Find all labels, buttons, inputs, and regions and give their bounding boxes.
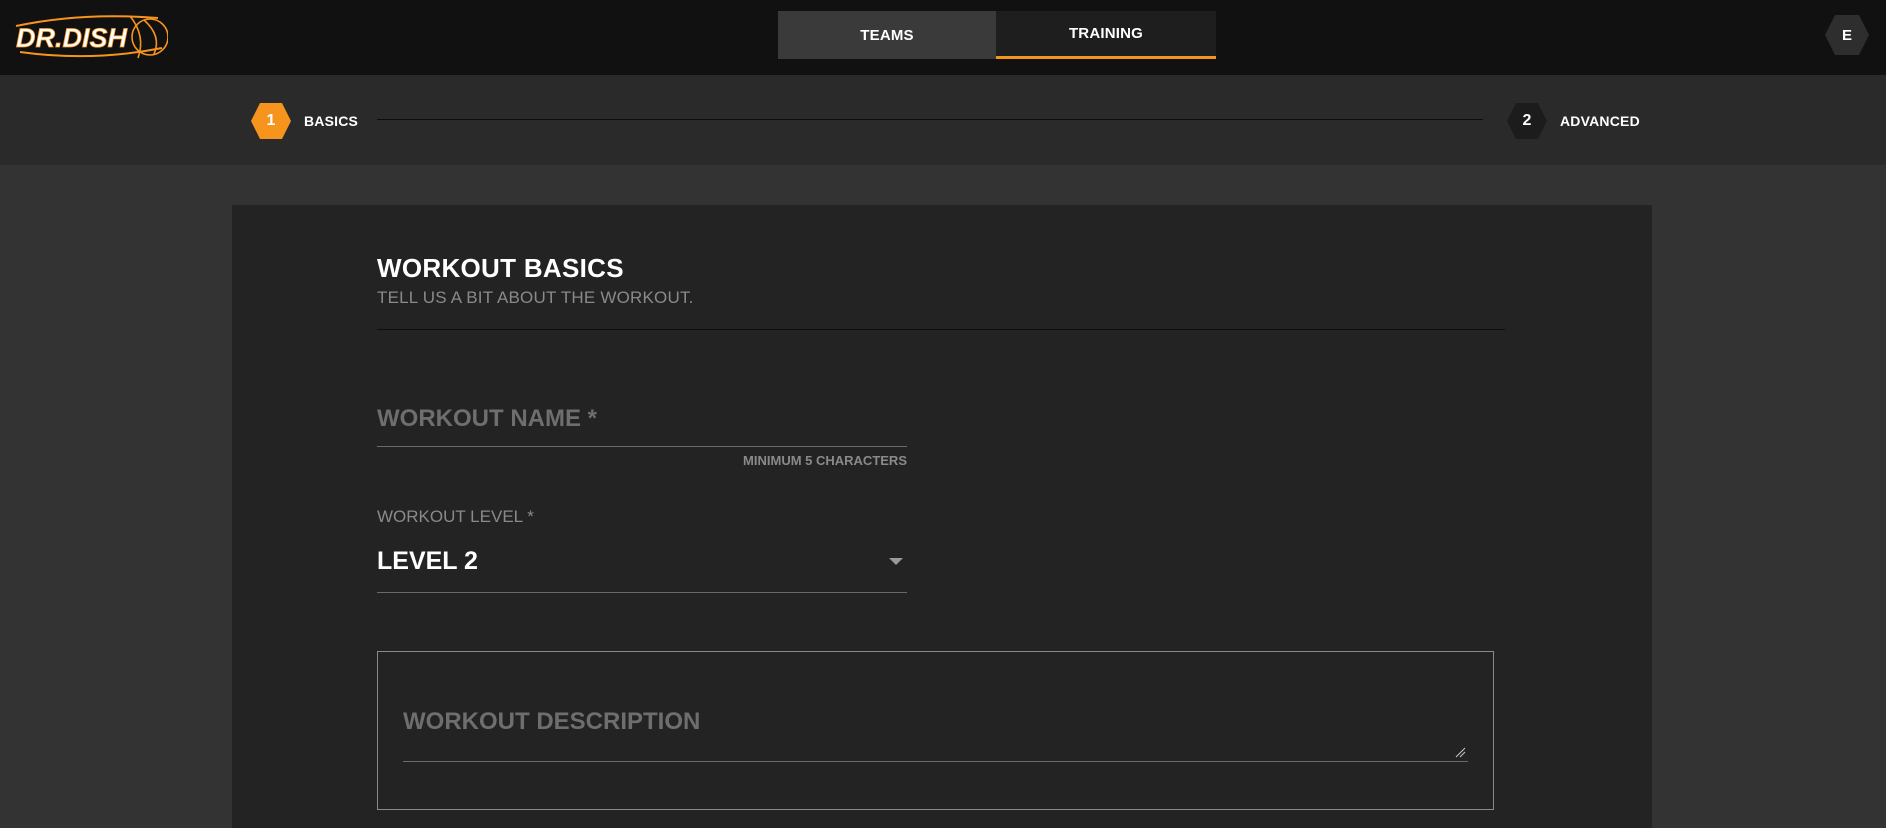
- step-number-badge: 1: [250, 102, 292, 140]
- workout-level-value: LEVEL 2: [377, 547, 478, 575]
- top-navigation-bar: DR.DISH TEAMS TRAINING E: [0, 0, 1886, 75]
- workout-description-box: [377, 651, 1494, 810]
- workout-level-label: WORKOUT LEVEL *: [377, 507, 534, 526]
- section-divider: [377, 329, 1505, 330]
- step-number: 1: [266, 112, 276, 129]
- workout-level-select[interactable]: LEVEL 2: [377, 537, 907, 593]
- step-number-badge: 2: [1506, 102, 1548, 140]
- step-basics[interactable]: 1 BASICS: [250, 102, 358, 140]
- step-label: BASICS: [304, 113, 359, 129]
- workout-description-input[interactable]: [403, 696, 1468, 761]
- tab-teams[interactable]: TEAMS: [778, 11, 996, 59]
- workout-name-hint: MINIMUM 5 CHARACTERS: [743, 453, 907, 468]
- user-avatar[interactable]: E: [1824, 14, 1870, 56]
- tab-training[interactable]: TRAINING: [996, 11, 1216, 59]
- workout-description-field: [403, 696, 1468, 762]
- step-label: ADVANCED: [1560, 113, 1640, 129]
- section-title: WORKOUT BASICS: [377, 253, 624, 283]
- avatar-initial: E: [1841, 26, 1852, 44]
- logo-text: DR.DISH: [16, 23, 128, 53]
- workout-basics-card: WORKOUT BASICS TELL US A BIT ABOUT THE W…: [232, 205, 1652, 828]
- workout-name-field: [377, 391, 907, 447]
- step-advanced[interactable]: 2 ADVANCED: [1506, 102, 1640, 140]
- resize-handle-icon[interactable]: [1454, 746, 1466, 758]
- main-nav-tabs: TEAMS TRAINING: [778, 11, 1216, 59]
- workout-name-input[interactable]: [377, 391, 907, 446]
- chevron-down-icon: [889, 558, 903, 565]
- section-subtitle: TELL US A BIT ABOUT THE WORKOUT.: [377, 288, 694, 307]
- step-number: 2: [1522, 112, 1532, 129]
- wizard-stepper: 1 BASICS 2 ADVANCED: [0, 75, 1886, 165]
- stepper-progress-line: [377, 119, 1483, 120]
- dr-dish-logo[interactable]: DR.DISH: [12, 10, 169, 62]
